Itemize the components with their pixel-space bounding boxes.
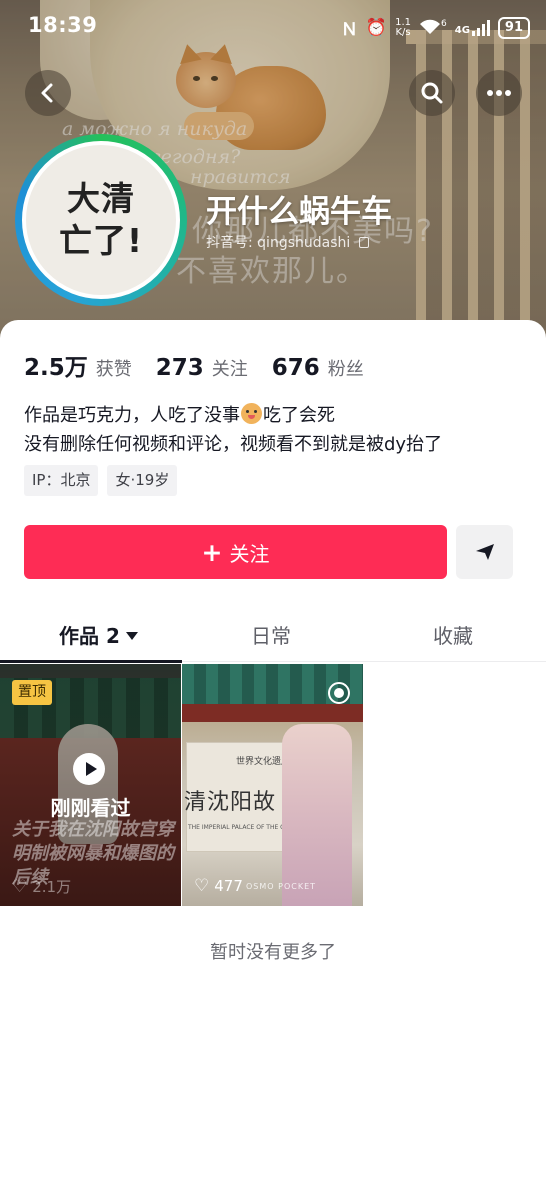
profile-screen: а можно я никуда сегодня? нравится 你那儿都不…	[0, 0, 546, 1200]
search-icon	[421, 82, 443, 104]
avatar-text: 大清	[67, 179, 135, 218]
cellular-icon: 4G	[454, 19, 490, 36]
bio: 作品是巧克力，人吃了没事 吃了会死 没有删除任何视频和评论，视频看不到就是被dy抬…	[24, 401, 442, 459]
bio-line: 作品是巧克力，人吃了没事 吃了会死	[24, 401, 442, 430]
douyin-id-text: 抖音号: qingshudashi	[206, 235, 351, 251]
tab-label: 作品 2	[59, 624, 120, 648]
pinned-badge: 置顶	[12, 680, 52, 705]
stats-row: 2.5万 获赞 273 关注 676 粉丝	[24, 348, 388, 382]
nfc-icon: Ｎ	[340, 20, 358, 40]
nickname: 开什么蜗牛车	[206, 194, 392, 230]
stat-value: 676	[271, 355, 320, 381]
network-speed: 1.1 K/s	[395, 17, 411, 38]
copy-icon	[358, 237, 369, 248]
more-button[interactable]	[476, 70, 522, 116]
plus-icon: +	[201, 537, 223, 567]
gender-age-tag: 女·19岁	[107, 465, 178, 496]
more-dots-icon	[487, 90, 511, 96]
signal-bars	[471, 19, 490, 36]
avatar[interactable]: 大清 亡了!	[22, 141, 180, 299]
stat-label: 获赞	[95, 359, 132, 380]
ip-location-tag: IP：北京	[24, 465, 99, 496]
battery-icon: 91	[497, 16, 530, 39]
stat-likes[interactable]: 2.5万 获赞	[24, 348, 132, 382]
network-speed-unit: K/s	[395, 26, 411, 38]
send-message-button[interactable]	[456, 525, 513, 579]
stat-value: 273	[155, 355, 204, 381]
bio-line: 没有删除任何视频和评论，视频看不到就是被dy抬了	[24, 434, 443, 455]
cellular-label: 4G	[454, 24, 470, 36]
likes-count: 2.1万	[32, 878, 72, 896]
stat-label: 粉丝	[327, 359, 364, 380]
status-bar: 18:39 Ｎ ⏰ 1.1 K/s 6 4G 91	[0, 0, 546, 54]
tab-works[interactable]: 作品 2	[59, 620, 138, 649]
stat-following[interactable]: 273 关注	[156, 355, 248, 381]
tab-favorites[interactable]: 收藏	[433, 620, 473, 649]
back-button[interactable]	[25, 70, 71, 116]
bio-text: 作品是巧克力，人吃了没事	[24, 405, 240, 426]
caret-down-icon	[125, 632, 138, 640]
thumbnail-beam	[182, 704, 363, 722]
tab-daily[interactable]: 日常	[251, 620, 291, 649]
paper-plane-icon	[475, 544, 494, 560]
tag-row: IP：北京 女·19岁	[24, 465, 178, 496]
stat-followers[interactable]: 676 粉丝	[272, 355, 364, 381]
douyin-id[interactable]: 抖音号: qingshudashi	[206, 232, 369, 252]
play-icon	[73, 753, 105, 785]
wifi-label: 6	[441, 19, 447, 29]
video-likes: ♡ 477	[194, 876, 243, 896]
video-likes: ♡ 2.1万	[12, 876, 71, 897]
content-tabs: 作品 2 日常 收藏	[0, 610, 546, 663]
likes-count: 477	[214, 877, 243, 895]
tab-indicator	[0, 660, 182, 663]
bio-text: 吃了会死	[263, 405, 335, 426]
wifi-icon: 6	[419, 19, 447, 36]
stat-value: 2.5万	[24, 355, 88, 381]
status-icons: Ｎ ⏰ 1.1 K/s 6 4G 91	[341, 15, 530, 40]
alarm-icon: ⏰	[365, 17, 388, 38]
dog-emoji-icon	[241, 403, 262, 424]
profile-card: 2.5万 获赞 273 关注 676 粉丝 作品是巧克力，人吃了没事 吃了会死 没…	[0, 320, 546, 1200]
stat-label: 关注	[211, 359, 248, 380]
search-button[interactable]	[409, 70, 455, 116]
status-time: 18:39	[28, 13, 98, 37]
video-tile[interactable]: 世界文化遗产 清沈阳故 THE IMPERIAL PALACE OF THE Q…	[182, 664, 363, 906]
follow-label: 关注	[229, 541, 270, 566]
no-more-text: 暂时没有更多了	[210, 942, 336, 963]
follow-button[interactable]: + 关注	[24, 525, 447, 579]
heart-icon: ♡	[12, 876, 28, 897]
camera-watermark: OSMO POCKET	[246, 882, 317, 891]
avatar-text: 亡了!	[58, 221, 144, 260]
chevron-left-icon	[41, 83, 53, 103]
live-photo-icon	[328, 682, 350, 704]
recently-viewed-label: 刚刚看过	[50, 796, 131, 820]
video-tile[interactable]: 置顶 刚刚看过 关于我在沈阳故宫穿明制被网暴和爆图的后续 ♡ 2.1万	[0, 664, 181, 906]
plaque-text: 清沈阳故	[184, 790, 277, 815]
heart-icon: ♡	[194, 876, 210, 896]
thumbnail-person	[282, 724, 352, 906]
video-grid: 置顶 刚刚看过 关于我在沈阳故宫穿明制被网暴和爆图的后续 ♡ 2.1万 世界文化…	[0, 664, 546, 906]
